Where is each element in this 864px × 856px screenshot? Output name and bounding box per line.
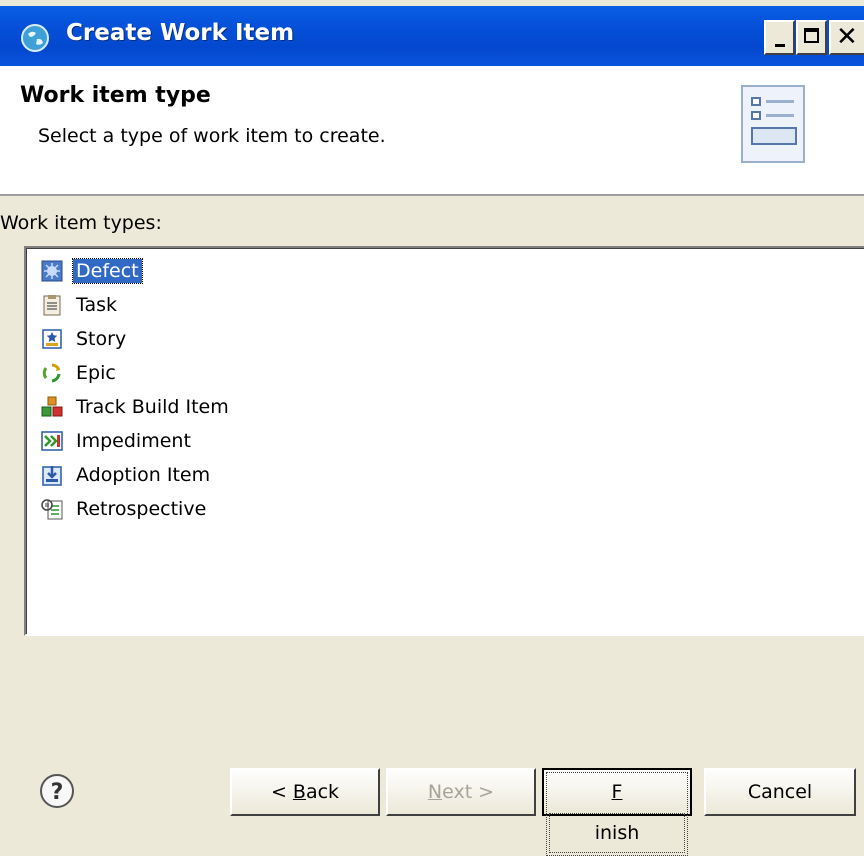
page-description: Select a type of work item to create. bbox=[38, 125, 386, 147]
back-mnemonic: B bbox=[292, 781, 306, 803]
work-item-types-label: Work item types: bbox=[0, 212, 162, 234]
minimize-icon bbox=[775, 44, 785, 47]
next-mnemonic: N bbox=[427, 781, 443, 803]
wizard-header: Work item type Select a type of work ite… bbox=[0, 66, 864, 196]
back-rest: ack bbox=[305, 781, 340, 803]
task-icon bbox=[43, 295, 61, 316]
story-icon bbox=[42, 329, 62, 349]
window-title: Create Work Item bbox=[66, 20, 295, 46]
back-button[interactable]: < Back bbox=[230, 768, 380, 816]
close-icon: ✕ bbox=[836, 22, 858, 52]
minimize-button[interactable] bbox=[764, 20, 795, 55]
impediment-icon bbox=[41, 431, 63, 451]
list-item-label: Story bbox=[76, 328, 127, 350]
list-frame: Defect Task Story Epic Track Build Item … bbox=[26, 248, 864, 634]
list-item-label: Epic bbox=[76, 362, 116, 384]
wizard-banner-icon bbox=[741, 85, 805, 163]
adoption-item-icon bbox=[42, 466, 62, 486]
cancel-button[interactable]: Cancel bbox=[704, 768, 856, 816]
list-item-label: Task bbox=[76, 294, 118, 316]
defect-icon bbox=[41, 260, 63, 282]
list-item-label: Track Build Item bbox=[76, 396, 229, 418]
app-globe-icon bbox=[21, 24, 49, 52]
list-item-label: Retrospective bbox=[76, 498, 207, 520]
finish-rest: inish bbox=[549, 813, 685, 853]
maximize-button[interactable] bbox=[796, 20, 827, 55]
list-item-label: Defect bbox=[72, 258, 143, 284]
help-icon[interactable]: ? bbox=[38, 772, 76, 810]
track-build-item-icon bbox=[41, 396, 63, 417]
close-button[interactable]: ✕ bbox=[829, 20, 864, 55]
list-item-label: Adoption Item bbox=[76, 464, 211, 486]
epic-icon bbox=[42, 363, 61, 383]
finish-mnemonic: F bbox=[611, 781, 623, 803]
finish-label: Finish bbox=[546, 772, 688, 856]
finish-button[interactable]: Finish bbox=[542, 768, 692, 856]
retrospective-icon bbox=[41, 499, 63, 520]
work-item-types-list[interactable]: Defect Task Story Epic Track Build Item … bbox=[24, 246, 864, 636]
list-item-label: Impediment bbox=[76, 430, 191, 452]
maximize-icon bbox=[804, 28, 819, 43]
help-glyph: ? bbox=[51, 780, 64, 805]
title-bar[interactable]: Create Work Item ✕ bbox=[0, 6, 864, 66]
page-title: Work item type bbox=[20, 83, 211, 108]
next-button[interactable]: Next > bbox=[386, 768, 536, 816]
next-rest: ext > bbox=[442, 781, 495, 803]
back-prefix: < bbox=[270, 781, 293, 803]
